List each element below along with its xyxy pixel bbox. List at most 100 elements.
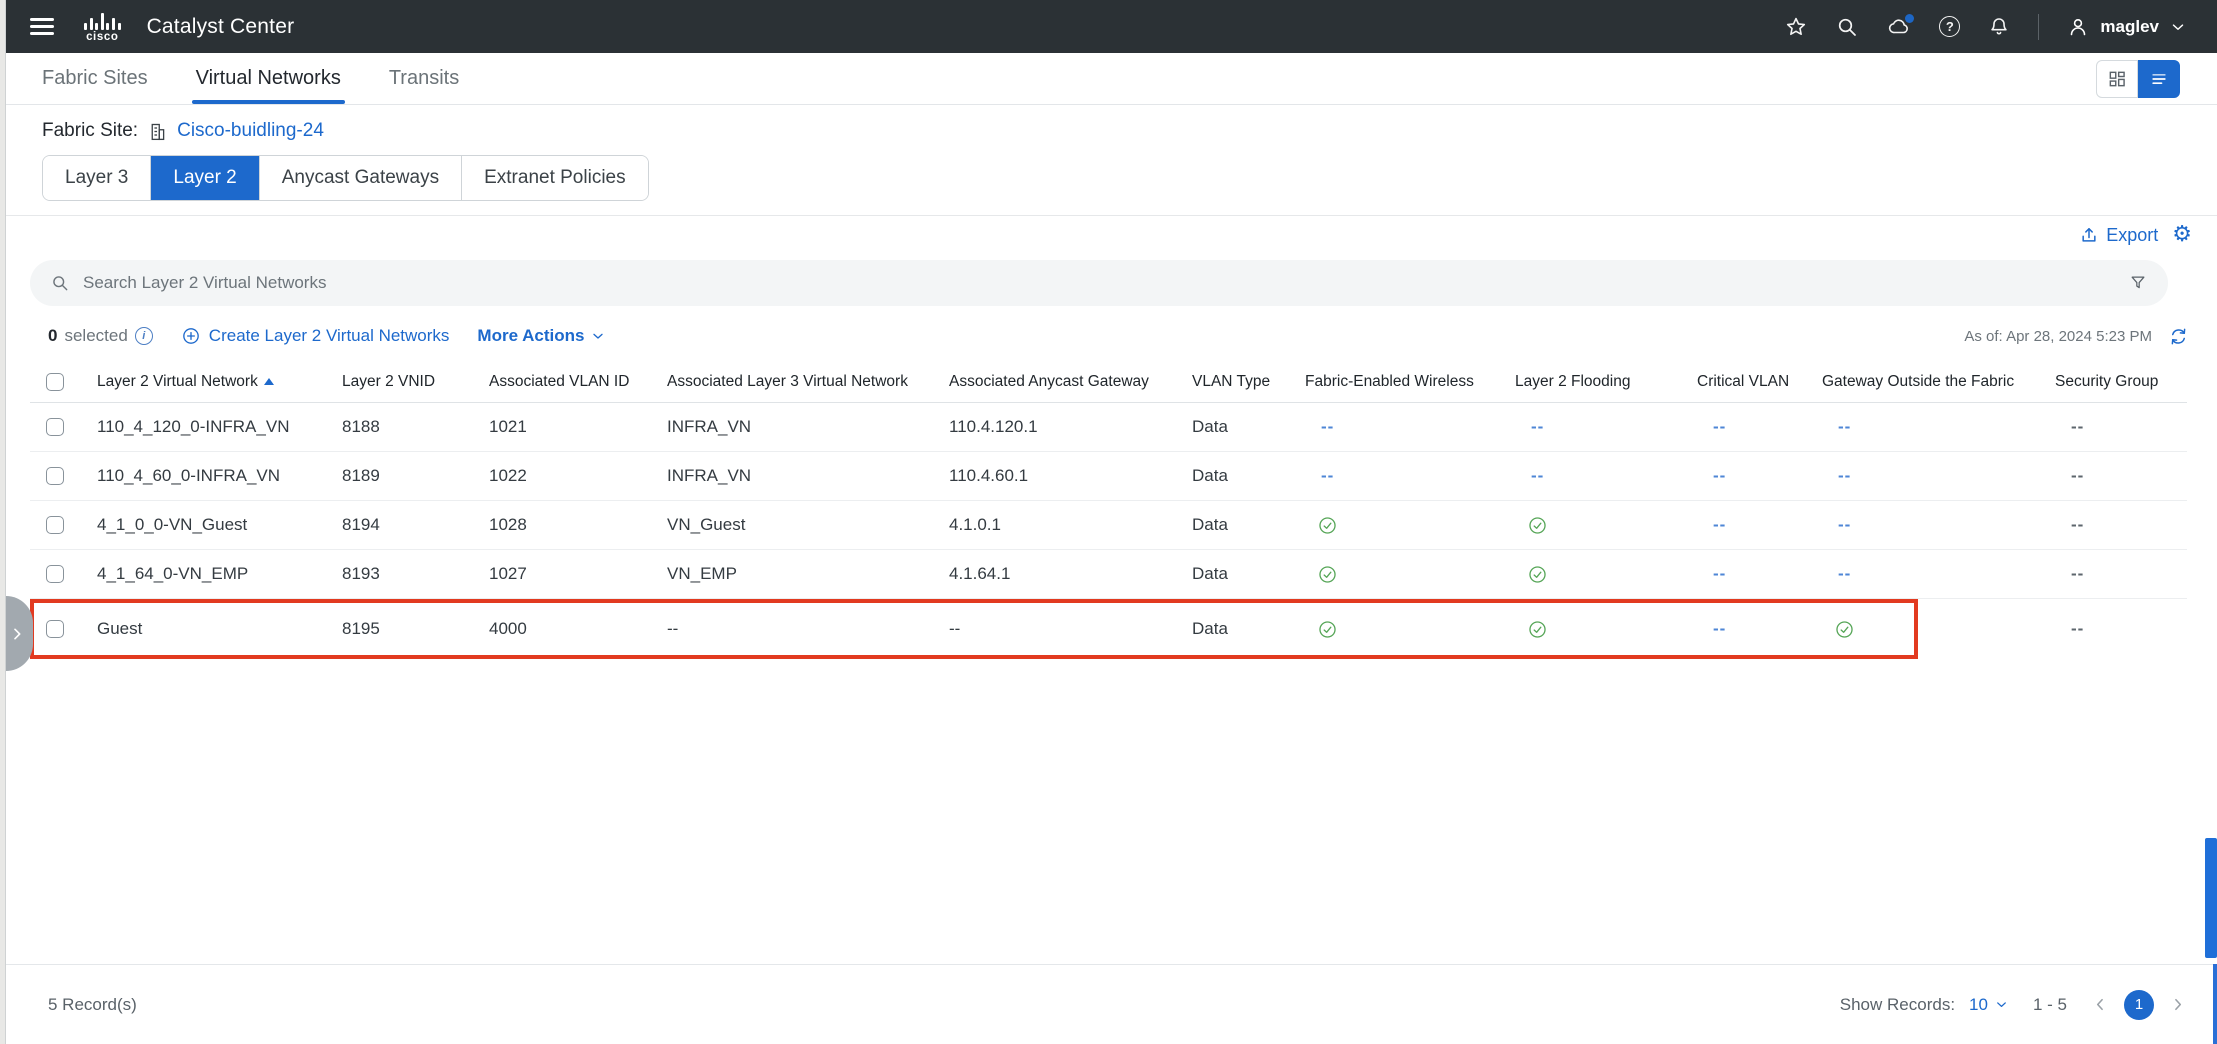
tab-layer-2[interactable]: Layer 2 xyxy=(151,156,259,200)
column-header-flooding[interactable]: Layer 2 Flooding xyxy=(1505,373,1687,391)
row-checkbox-cell xyxy=(30,565,87,583)
help-icon[interactable]: ? xyxy=(1939,16,1960,37)
cisco-logo-word: cisco xyxy=(86,31,118,43)
cell-vnid: 8189 xyxy=(332,466,479,486)
table-body: 110_4_120_0-INFRA_VN81881021INFRA_VN110.… xyxy=(30,403,2187,659)
row-checkbox[interactable] xyxy=(46,467,64,485)
empty-value-dash: -- xyxy=(1321,417,1334,437)
empty-value-dash: -- xyxy=(1713,417,1726,437)
empty-value-dash: -- xyxy=(1838,515,1851,535)
cloud-status-icon[interactable] xyxy=(1886,15,1912,39)
view-toggle xyxy=(2096,53,2180,104)
cell-gw_outside: -- xyxy=(1812,564,2045,584)
cell-wireless: -- xyxy=(1295,417,1505,437)
page-size-value: 10 xyxy=(1969,995,1988,1015)
page-size-dropdown[interactable]: 10 xyxy=(1969,995,2009,1015)
cell-name: 110_4_120_0-INFRA_VN xyxy=(87,417,332,437)
info-icon[interactable]: i xyxy=(135,327,153,345)
list-view-icon[interactable] xyxy=(2138,60,2180,98)
cell-vnid: 8194 xyxy=(332,515,479,535)
column-label: VLAN Type xyxy=(1192,373,1270,391)
row-checkbox-cell xyxy=(30,467,87,485)
filter-funnel-icon[interactable] xyxy=(2128,273,2148,293)
table-row[interactable]: 4_1_64_0-VN_EMP81931027VN_EMP4.1.64.1Dat… xyxy=(30,550,2187,599)
refresh-icon[interactable] xyxy=(2168,326,2189,347)
column-header-anycast_gw[interactable]: Associated Anycast Gateway xyxy=(939,373,1182,391)
cell-vnid: 8195 xyxy=(332,619,479,639)
export-button[interactable]: Export xyxy=(2079,225,2158,246)
user-name: maglev xyxy=(2100,17,2159,37)
empty-value-dash: -- xyxy=(2071,417,2084,437)
check-circle-icon xyxy=(1317,515,1338,536)
hamburger-menu-icon[interactable] xyxy=(30,14,54,40)
column-label: Layer 2 Flooding xyxy=(1515,373,1630,391)
previous-page-icon[interactable] xyxy=(2091,995,2110,1014)
table-footer: 5 Record(s) Show Records: 10 1 - 5 1 xyxy=(0,964,2217,1044)
scrollbar-thumb[interactable] xyxy=(2205,838,2217,958)
row-checkbox[interactable] xyxy=(46,418,64,436)
tab-transits[interactable]: Transits xyxy=(389,53,459,104)
search-input[interactable] xyxy=(83,273,2115,293)
row-checkbox[interactable] xyxy=(46,565,64,583)
empty-value-dash: -- xyxy=(1838,466,1851,486)
column-header-critical[interactable]: Critical VLAN xyxy=(1687,373,1812,391)
tab-fabric-sites[interactable]: Fabric Sites xyxy=(42,53,148,104)
tab-anycast-gateways[interactable]: Anycast Gateways xyxy=(260,156,462,200)
tab-virtual-networks[interactable]: Virtual Networks xyxy=(196,53,341,104)
cell-name: 110_4_60_0-INFRA_VN xyxy=(87,466,332,486)
column-header-security_group[interactable]: Security Group xyxy=(2045,373,2187,391)
column-header-wireless[interactable]: Fabric-Enabled Wireless xyxy=(1295,373,1505,391)
row-checkbox[interactable] xyxy=(46,620,64,638)
column-header-name[interactable]: Layer 2 Virtual Network xyxy=(87,373,332,391)
create-layer2-vn-button[interactable]: Create Layer 2 Virtual Networks xyxy=(181,326,450,346)
cell-anycast_gw: 110.4.60.1 xyxy=(939,466,1182,486)
empty-value-dash: -- xyxy=(1838,564,1851,584)
column-header-vlan_type[interactable]: VLAN Type xyxy=(1182,373,1295,391)
table-row[interactable]: 110_4_120_0-INFRA_VN81881021INFRA_VN110.… xyxy=(30,403,2187,452)
select-all-checkbox[interactable] xyxy=(46,373,64,391)
search-bar xyxy=(30,260,2168,306)
cell-l3vn: INFRA_VN xyxy=(657,466,939,486)
column-header-vnid[interactable]: Layer 2 VNID xyxy=(332,373,479,391)
favorites-star-icon[interactable] xyxy=(1784,15,1808,39)
table-settings-gear-icon[interactable]: ⚙ xyxy=(2172,224,2192,246)
global-search-icon[interactable] xyxy=(1835,15,1859,39)
notifications-bell-icon[interactable] xyxy=(1987,15,2011,39)
table-row[interactable]: Guest81954000----Data---- xyxy=(30,599,2187,659)
empty-value-dash: -- xyxy=(1321,466,1334,486)
next-page-icon[interactable] xyxy=(2168,995,2187,1014)
page-number-button[interactable]: 1 xyxy=(2124,990,2154,1020)
column-header-vlan_id[interactable]: Associated VLAN ID xyxy=(479,373,657,391)
column-header-gw_outside[interactable]: Gateway Outside the Fabric xyxy=(1812,373,2045,391)
column-label: Security Group xyxy=(2055,373,2158,391)
column-header-l3vn[interactable]: Associated Layer 3 Virtual Network xyxy=(657,373,939,391)
row-checkbox[interactable] xyxy=(46,516,64,534)
cell-vlan_id: 1021 xyxy=(479,417,657,437)
cell-vlan_type: Data xyxy=(1182,515,1295,535)
layer2-vn-table: Layer 2 Virtual NetworkLayer 2 VNIDAssoc… xyxy=(30,361,2187,659)
table-row[interactable]: 110_4_60_0-INFRA_VN81891022INFRA_VN110.4… xyxy=(30,452,2187,501)
column-label: Gateway Outside the Fabric xyxy=(1822,373,2014,391)
table-row[interactable]: 4_1_0_0-VN_Guest81941028VN_Guest4.1.0.1D… xyxy=(30,501,2187,550)
cisco-logo-bars xyxy=(84,11,121,30)
user-menu[interactable]: maglev xyxy=(2066,15,2187,39)
cell-vlan_type: Data xyxy=(1182,417,1295,437)
cell-wireless xyxy=(1295,564,1505,585)
column-label: Fabric-Enabled Wireless xyxy=(1305,373,1474,391)
more-actions-dropdown[interactable]: More Actions xyxy=(477,326,606,346)
tab-extranet-policies[interactable]: Extranet Policies xyxy=(462,156,648,200)
tab-layer-3[interactable]: Layer 3 xyxy=(43,156,151,200)
cell-flooding xyxy=(1505,515,1687,536)
cell-security_group: -- xyxy=(2045,619,2187,639)
cell-flooding xyxy=(1505,564,1687,585)
card-view-icon[interactable] xyxy=(2096,60,2138,98)
cell-security_group: -- xyxy=(2045,417,2187,437)
fabric-site-link[interactable]: Cisco-buidling-24 xyxy=(177,120,324,142)
user-avatar-icon xyxy=(2066,15,2090,39)
cell-security_group: -- xyxy=(2045,466,2187,486)
cell-vlan_id: 1022 xyxy=(479,466,657,486)
fabric-site-row: Fabric Site: Cisco-buidling-24 xyxy=(42,120,2217,142)
cell-security_group: -- xyxy=(2045,564,2187,584)
sort-ascending-icon xyxy=(264,378,274,385)
side-panel-handle[interactable] xyxy=(6,596,33,671)
